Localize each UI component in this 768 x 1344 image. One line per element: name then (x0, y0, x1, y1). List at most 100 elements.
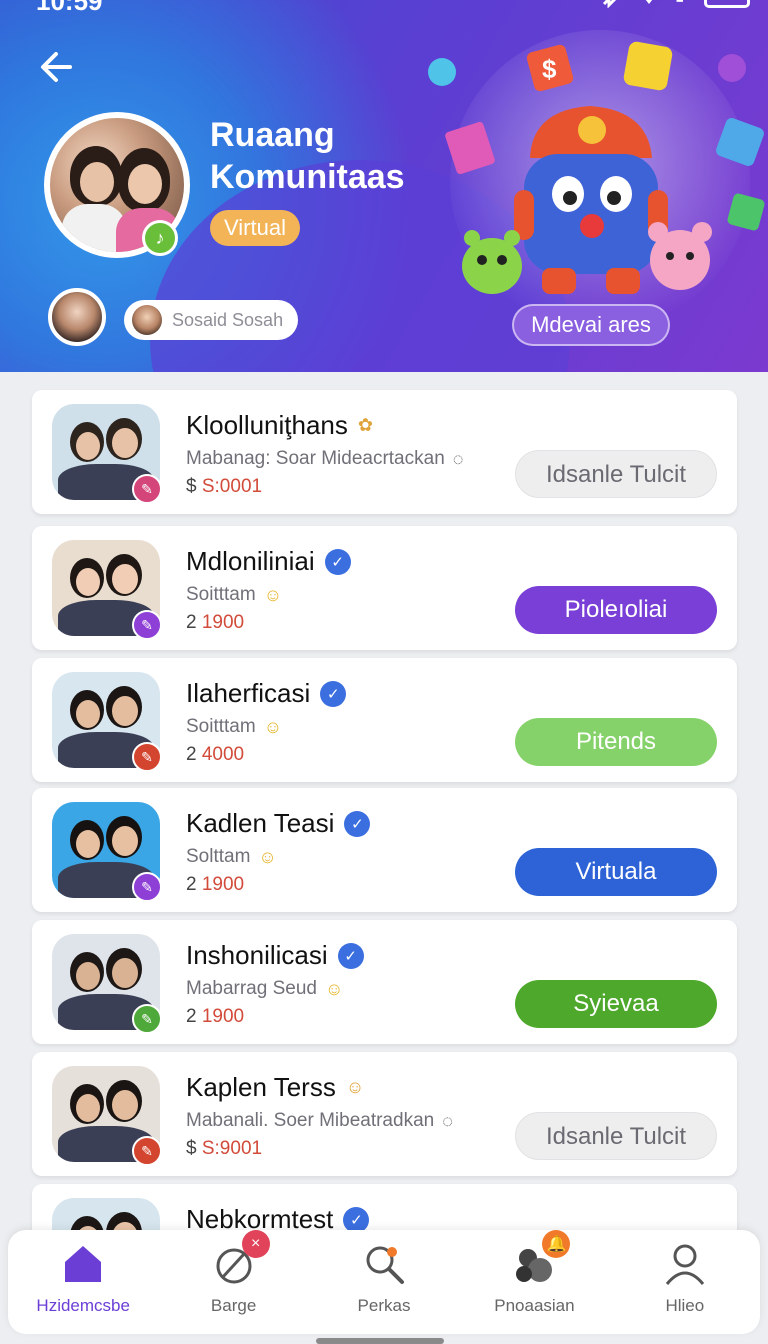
card-name: Mdloniliniai ✓ (186, 546, 351, 577)
status-time: 10:59 (36, 0, 103, 16)
card-subtitle: Soitttam ☺ (186, 716, 282, 738)
smile-icon: ☺ (258, 846, 277, 867)
card-price: $ S:9001 (186, 1138, 262, 1160)
nav-item-badge[interactable]: × Barge (158, 1230, 308, 1334)
card-price-value: 1900 (201, 612, 245, 633)
card-price-value: S:0001 (201, 476, 263, 497)
nav-badge: × (241, 1230, 270, 1258)
card-price-prefix: $ (186, 1138, 197, 1159)
card-subtitle-text: Soitttam (186, 716, 256, 737)
edit-badge-icon: ✎ (132, 474, 162, 504)
card-price: 2 1900 (186, 612, 244, 634)
emoji-icon: ☺ (345, 1077, 365, 1097)
card-title: Kadlen Teasi (186, 808, 335, 838)
community-card[interactable]: ✎ Mdloniliniai ✓ Soitttam ☺ 2 1900 Piole… (32, 526, 737, 650)
community-card[interactable]: ✎ Kloolluniţhans ✿ Mabanag: Soar Mideacr… (32, 390, 737, 514)
nav-item-profile[interactable]: Hlieo (610, 1230, 760, 1334)
community-header: 10:59 ♪ Ruaang Komunitaas Virtual Sosaid… (0, 0, 768, 372)
nav-item-search[interactable]: Perkas (309, 1230, 459, 1334)
card-name: Ilaherficasi ✓ (186, 678, 347, 709)
community-card[interactable]: ✎ Kadlen Teasi ✓ Solttam ☺ 2 1900 Virtua… (32, 788, 737, 912)
user-chip[interactable]: Sosaid Sosah (124, 300, 298, 340)
card-subtitle-text: Mabarrag Seud (186, 978, 317, 999)
card-price-value: 4000 (201, 744, 245, 765)
card-subtitle-text: Mabanag: Soar Mideacrtackan (186, 448, 445, 469)
card-price: 2 4000 (186, 744, 244, 766)
card-price-prefix: 2 (186, 612, 197, 633)
card-subtitle-text: Mabanali. Soer Mibeatradkan (186, 1110, 435, 1131)
bottom-navigation: Hzidemcsbe × Barge Perkas 🔔 Pnoaasian Hl… (8, 1230, 760, 1334)
smile-icon: ☺ (263, 716, 283, 737)
card-name: Nebkormtest ✓ (186, 1204, 370, 1232)
community-tag[interactable]: Virtual (210, 210, 300, 246)
card-action-button[interactable]: Idsanle Tulcit (515, 1112, 717, 1160)
card-price: $ S:0001 (186, 476, 262, 498)
card-subtitle: Mabanali. Soer Mibeatradkan ◌ (186, 1110, 453, 1132)
verified-icon: ✓ (344, 810, 371, 837)
card-action-button[interactable]: Pioleıoliai (515, 586, 717, 634)
card-price-value: 1900 (201, 874, 245, 895)
edit-badge-icon: ✎ (132, 872, 162, 902)
card-action-button[interactable]: Syievaa (515, 980, 717, 1028)
card-price-prefix: $ (186, 476, 197, 497)
user-chip-name: Sosaid Sosah (172, 309, 284, 330)
card-subtitle-text: Soitttam (186, 584, 256, 605)
user-avatar[interactable] (48, 288, 106, 346)
status-icons (596, 0, 750, 8)
card-subtitle: Mabarrag Seud ☺ (186, 978, 343, 1000)
verified-icon: ✓ (324, 548, 351, 575)
card-price-value: 1900 (201, 1006, 245, 1027)
nav-label: Barge (210, 1296, 257, 1315)
verified-icon: ✓ (337, 942, 364, 969)
card-title: Kaplen Terss (186, 1072, 336, 1102)
edit-badge-icon: ✎ (132, 1136, 162, 1166)
clock-icon: ◌ (442, 1110, 453, 1131)
community-card[interactable]: ✎ Inshonilicasi ✓ Mabarrag Seud ☺ 2 1900… (32, 920, 737, 1044)
nav-item-home[interactable]: Hzidemcsbe (8, 1230, 158, 1334)
card-title: Ilaherficasi (186, 678, 311, 708)
home-indicator (316, 1338, 444, 1344)
edit-badge-icon: ✎ (132, 1004, 162, 1034)
nav-label: Perkas (357, 1296, 411, 1315)
card-name: Inshonilicasi ✓ (186, 940, 364, 971)
nav-item-group[interactable]: 🔔 Pnoaasian (459, 1230, 609, 1334)
card-name: Kadlen Teasi ✓ (186, 808, 371, 839)
back-arrow-icon[interactable] (36, 46, 78, 88)
emoji-icon: ✿ (357, 415, 373, 435)
card-name: Kloolluniţhans ✿ (186, 410, 373, 441)
community-card[interactable]: ✎ Kaplen Terss ☺ Mabanali. Soer Mibeatra… (32, 1052, 737, 1176)
nav-badge: 🔔 (542, 1230, 571, 1258)
card-subtitle-text: Solttam (186, 846, 251, 867)
card-price-prefix: 2 (186, 744, 197, 765)
signal-icon (645, 0, 653, 4)
card-action-button[interactable]: Pitends (515, 718, 717, 766)
sim-icon (676, 0, 683, 2)
card-title: Nebkormtest (186, 1204, 334, 1232)
card-price-prefix: 2 (186, 874, 197, 895)
community-card[interactable]: ✎ Nebkormtest ✓ (32, 1184, 737, 1232)
nav-label: Pnoaasian (494, 1296, 575, 1315)
card-price: 2 1900 (186, 1006, 244, 1028)
search-icon (362, 1242, 406, 1286)
card-action-button[interactable]: Idsanle Tulcit (515, 450, 717, 498)
clock-icon: ◌ (452, 448, 464, 469)
card-subtitle: Soitttam ☺ (186, 584, 282, 606)
card-price: 2 1900 (186, 874, 244, 896)
community-card[interactable]: ✎ Ilaherficasi ✓ Soitttam ☺ 2 4000 Piten… (32, 658, 737, 782)
card-title: Mdloniliniai (186, 546, 315, 576)
status-bar: 10:59 (0, 0, 768, 16)
community-list[interactable]: ✎ Kloolluniţhans ✿ Mabanag: Soar Mideacr… (0, 372, 768, 1232)
card-price-value: S:9001 (201, 1138, 263, 1159)
card-action-button[interactable]: Virtuala (515, 848, 717, 896)
profile-icon (663, 1242, 707, 1286)
edit-badge-icon: ✎ (132, 610, 162, 640)
verified-icon: ✓ (343, 1206, 370, 1232)
card-title: Inshonilicasi (186, 940, 328, 970)
card-thumbnail (52, 1198, 160, 1232)
mascot-cta-button[interactable]: Mdevai ares (512, 304, 670, 346)
bluetooth-icon (602, 0, 617, 8)
badge-icon: × (212, 1230, 270, 1286)
edit-badge-icon: ✎ (132, 742, 162, 772)
card-subtitle: Solttam ☺ (186, 846, 277, 868)
nav-label: Hzidemcsbe (36, 1296, 130, 1315)
